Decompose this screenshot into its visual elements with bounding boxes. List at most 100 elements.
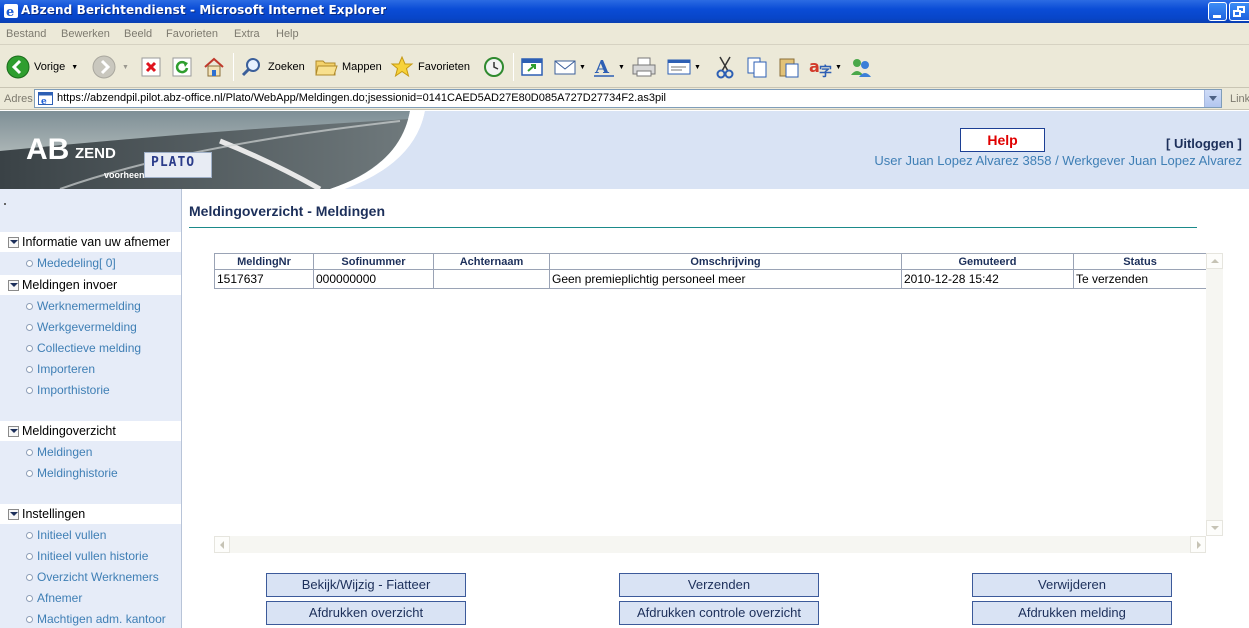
menu-bar: Bestand Bewerken Beeld Favorieten Extra … bbox=[0, 23, 1249, 45]
send-button[interactable]: Verzenden bbox=[619, 573, 819, 597]
folders-button[interactable]: Mappen bbox=[314, 53, 382, 81]
print-overview-button[interactable]: Afdrukken overzicht bbox=[266, 601, 466, 625]
delete-button[interactable]: Verwijderen bbox=[972, 573, 1172, 597]
font-dropdown-icon[interactable]: ▼ bbox=[618, 64, 625, 71]
collapse-icon[interactable] bbox=[8, 236, 19, 248]
print-report-button[interactable]: Afdrukken melding bbox=[972, 601, 1172, 625]
forward-dropdown-icon[interactable]: ▼ bbox=[122, 64, 129, 71]
sidebar-item-afnemer[interactable]: Afnemer bbox=[26, 589, 82, 607]
minimize-button[interactable] bbox=[1208, 2, 1227, 21]
bullet-icon bbox=[26, 469, 33, 477]
search-button[interactable]: Zoeken bbox=[240, 53, 305, 81]
restore-button[interactable] bbox=[1229, 2, 1249, 21]
collapse-icon[interactable] bbox=[8, 279, 19, 291]
sidebar-section-meldingen-invoer[interactable]: Meldingen invoer bbox=[0, 275, 181, 295]
scroll-up-icon[interactable] bbox=[1206, 253, 1223, 269]
copy-button[interactable] bbox=[745, 53, 769, 81]
sidebar-section-meldingoverzicht[interactable]: Meldingoverzicht bbox=[0, 421, 181, 441]
site-header: AB ZEND voorheen PLATO Help [ Uitloggen … bbox=[0, 111, 1249, 189]
table-row[interactable]: 1517637 000000000 Geen premieplichtig pe… bbox=[214, 269, 1207, 289]
edit-button[interactable]: ▼ bbox=[666, 53, 701, 81]
logout-link[interactable]: [ Uitloggen ] bbox=[1166, 136, 1242, 151]
column-header-sofinummer[interactable]: Sofinummer bbox=[313, 253, 434, 270]
collapse-icon[interactable] bbox=[8, 508, 19, 520]
abzend-logo[interactable]: AB ZEND voorheen PLATO bbox=[0, 111, 490, 189]
back-dropdown-icon[interactable]: ▼ bbox=[71, 64, 78, 71]
scroll-right-icon[interactable] bbox=[1190, 536, 1206, 553]
sidebar-item-label: Initieel vullen historie bbox=[37, 549, 149, 563]
home-button[interactable] bbox=[202, 53, 226, 81]
cell-sofinummer[interactable]: 000000000 bbox=[313, 269, 434, 289]
sidebar-item-collectieve-melding[interactable]: Collectieve melding bbox=[26, 339, 141, 357]
sidebar-item-werknemermelding[interactable]: Werknemermelding bbox=[26, 297, 141, 315]
printer-icon bbox=[632, 57, 656, 77]
menu-item-help[interactable]: Help bbox=[276, 28, 299, 40]
history-button[interactable] bbox=[482, 53, 506, 81]
cell-omschrijving[interactable]: Geen premieplichtig personeel meer bbox=[549, 269, 902, 289]
paste-button[interactable] bbox=[777, 53, 801, 81]
print-check-overview-button[interactable]: Afdrukken controle overzicht bbox=[619, 601, 819, 625]
sidebar-item-werkgevermelding[interactable]: Werkgevermelding bbox=[26, 318, 137, 336]
cell-achternaam[interactable] bbox=[433, 269, 550, 289]
bullet-icon bbox=[26, 573, 33, 581]
cell-meldingnr[interactable]: 1517637 bbox=[214, 269, 314, 289]
font-size-button[interactable]: A ▼ bbox=[592, 53, 625, 81]
back-button[interactable]: Vorige ▼ bbox=[6, 53, 78, 81]
sidebar-item-meldingen[interactable]: Meldingen bbox=[26, 443, 92, 461]
menu-item-beeld[interactable]: Beeld bbox=[124, 28, 152, 40]
home-icon bbox=[204, 57, 224, 77]
sidebar-section-instellingen[interactable]: Instellingen bbox=[0, 504, 181, 524]
sidebar-item-label: Werknemermelding bbox=[37, 299, 141, 313]
forward-button[interactable]: ▼ bbox=[92, 53, 129, 81]
print-button[interactable] bbox=[631, 53, 657, 81]
view-edit-button[interactable]: Bekijk/Wijzig - Fiatteer bbox=[266, 573, 466, 597]
sidebar-item-overzicht-werknemers[interactable]: Overzicht Werknemers bbox=[26, 568, 159, 586]
bullet-icon bbox=[26, 365, 33, 373]
bullet-icon bbox=[26, 448, 33, 456]
sidebar-item-importhistorie[interactable]: Importhistorie bbox=[26, 381, 110, 399]
collapse-icon[interactable] bbox=[8, 425, 19, 437]
title-divider bbox=[189, 227, 1197, 228]
menu-item-bestand[interactable]: Bestand bbox=[6, 28, 46, 40]
cell-gemuteerd[interactable]: 2010-12-28 15:42 bbox=[901, 269, 1074, 289]
column-header-gemuteerd[interactable]: Gemuteerd bbox=[901, 253, 1074, 270]
sidebar-item-initieel-vullen-historie[interactable]: Initieel vullen historie bbox=[26, 547, 148, 565]
fullscreen-button[interactable] bbox=[520, 53, 544, 81]
horizontal-scrollbar[interactable] bbox=[214, 536, 1206, 553]
help-button[interactable]: Help bbox=[960, 128, 1045, 152]
address-input[interactable]: e https://abzendpil.pilot.abz-office.nl/… bbox=[34, 89, 1222, 108]
scroll-left-icon[interactable] bbox=[214, 536, 230, 553]
address-dropdown-icon[interactable] bbox=[1204, 90, 1221, 107]
column-header-status[interactable]: Status bbox=[1073, 253, 1207, 270]
sidebar-item-label: Werkgevermelding bbox=[37, 320, 137, 334]
refresh-button[interactable] bbox=[171, 53, 193, 81]
translate-dropdown-icon[interactable]: ▼ bbox=[835, 64, 842, 71]
translate-button[interactable]: a 字 ▼ bbox=[808, 53, 842, 81]
cut-button[interactable] bbox=[714, 53, 736, 81]
logo-ab: AB bbox=[26, 133, 70, 166]
menu-item-extra[interactable]: Extra bbox=[234, 28, 260, 40]
sidebar-item-machtigen[interactable]: Machtigen adm. kantoor bbox=[26, 610, 166, 628]
sidebar: Informatie van uw afnemer Mededeling[ 0]… bbox=[0, 189, 182, 628]
column-header-omschrijving[interactable]: Omschrijving bbox=[549, 253, 902, 270]
favorites-button[interactable]: Favorieten bbox=[390, 53, 470, 81]
cell-status[interactable]: Te verzenden bbox=[1073, 269, 1207, 289]
sidebar-section-informatie[interactable]: Informatie van uw afnemer bbox=[0, 232, 181, 252]
column-header-meldingnr[interactable]: MeldingNr bbox=[214, 253, 314, 270]
messenger-button[interactable] bbox=[849, 53, 873, 81]
mail-button[interactable]: ▼ bbox=[553, 53, 586, 81]
vertical-scrollbar[interactable] bbox=[1206, 253, 1223, 536]
sidebar-item-mededeling[interactable]: Mededeling[ 0] bbox=[26, 254, 116, 272]
sidebar-section-title: Meldingoverzicht bbox=[22, 424, 116, 438]
edit-dropdown-icon[interactable]: ▼ bbox=[694, 64, 701, 71]
links-label[interactable]: Link bbox=[1230, 93, 1249, 105]
menu-item-favorieten[interactable]: Favorieten bbox=[166, 28, 218, 40]
column-header-achternaam[interactable]: Achternaam bbox=[433, 253, 550, 270]
sidebar-item-importeren[interactable]: Importeren bbox=[26, 360, 95, 378]
scroll-down-icon[interactable] bbox=[1206, 520, 1223, 536]
sidebar-item-meldinghistorie[interactable]: Meldinghistorie bbox=[26, 464, 118, 482]
mail-dropdown-icon[interactable]: ▼ bbox=[579, 64, 586, 71]
stop-button[interactable] bbox=[140, 53, 162, 81]
menu-item-bewerken[interactable]: Bewerken bbox=[61, 28, 110, 40]
sidebar-item-initieel-vullen[interactable]: Initieel vullen bbox=[26, 526, 106, 544]
